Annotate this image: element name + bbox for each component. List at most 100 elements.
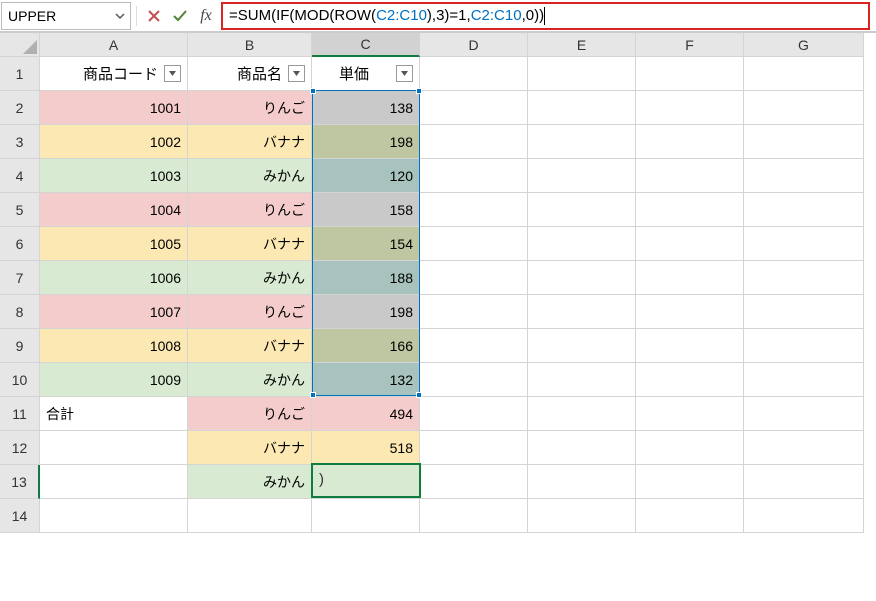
cell-A7[interactable]: 1006: [40, 261, 188, 295]
cell-C8[interactable]: 198: [312, 295, 420, 329]
cell[interactable]: [636, 499, 744, 533]
cell-A2[interactable]: 1001: [40, 91, 188, 125]
cell-A3[interactable]: 1002: [40, 125, 188, 159]
accept-button[interactable]: [167, 3, 193, 29]
cell[interactable]: [420, 465, 528, 499]
cell[interactable]: [744, 465, 864, 499]
cell[interactable]: [744, 159, 864, 193]
cell[interactable]: [744, 363, 864, 397]
cell-C4[interactable]: 120: [312, 159, 420, 193]
cell[interactable]: [528, 125, 636, 159]
cell-A12[interactable]: [40, 431, 188, 465]
cell-C12[interactable]: 518: [312, 431, 420, 465]
cell[interactable]: [528, 431, 636, 465]
cell-C5[interactable]: 158: [312, 193, 420, 227]
cell[interactable]: [420, 295, 528, 329]
cell[interactable]: [744, 431, 864, 465]
cell[interactable]: [420, 193, 528, 227]
cell-A9[interactable]: 1008: [40, 329, 188, 363]
cell[interactable]: [528, 193, 636, 227]
cell-C6[interactable]: 154: [312, 227, 420, 261]
cell[interactable]: [420, 363, 528, 397]
cell-C10[interactable]: 132: [312, 363, 420, 397]
name-box[interactable]: UPPER: [2, 3, 110, 29]
cell[interactable]: [420, 397, 528, 431]
cell[interactable]: [636, 125, 744, 159]
cell[interactable]: [420, 159, 528, 193]
row-header-5[interactable]: 5: [0, 193, 40, 227]
cell-B9[interactable]: バナナ: [188, 329, 312, 363]
cell[interactable]: [636, 193, 744, 227]
cell[interactable]: [744, 57, 864, 91]
row-header-12[interactable]: 12: [0, 431, 40, 465]
cell[interactable]: [528, 465, 636, 499]
cell-B8[interactable]: りんご: [188, 295, 312, 329]
cell[interactable]: [744, 499, 864, 533]
cell[interactable]: [636, 397, 744, 431]
cell[interactable]: [636, 431, 744, 465]
cell[interactable]: [420, 125, 528, 159]
row-header-14[interactable]: 14: [0, 499, 40, 533]
cell[interactable]: [636, 57, 744, 91]
cell[interactable]: [420, 499, 528, 533]
cancel-button[interactable]: [141, 3, 167, 29]
name-box-dropdown[interactable]: [110, 3, 130, 29]
col-header-B[interactable]: B: [188, 33, 312, 57]
cell[interactable]: [40, 499, 188, 533]
cell[interactable]: [188, 499, 312, 533]
cell-C3[interactable]: 198: [312, 125, 420, 159]
header-name[interactable]: 商品名: [188, 57, 312, 91]
cell[interactable]: [528, 159, 636, 193]
cell-A11[interactable]: 合計: [40, 397, 188, 431]
fx-button[interactable]: fx: [193, 7, 219, 25]
cell-C11[interactable]: 494: [312, 397, 420, 431]
row-header-4[interactable]: 4: [0, 159, 40, 193]
cell-C9[interactable]: 166: [312, 329, 420, 363]
cell[interactable]: [744, 227, 864, 261]
row-header-3[interactable]: 3: [0, 125, 40, 159]
row-header-6[interactable]: 6: [0, 227, 40, 261]
cell-C13[interactable]: [312, 465, 420, 499]
col-header-E[interactable]: E: [528, 33, 636, 57]
cell[interactable]: [420, 91, 528, 125]
cell[interactable]: [528, 329, 636, 363]
header-code[interactable]: 商品コード: [40, 57, 188, 91]
header-price[interactable]: 単価: [312, 57, 420, 91]
cell[interactable]: [420, 329, 528, 363]
cell-A13[interactable]: [40, 465, 188, 499]
cell[interactable]: [420, 261, 528, 295]
cell[interactable]: [636, 329, 744, 363]
col-header-D[interactable]: D: [420, 33, 528, 57]
cell[interactable]: [744, 329, 864, 363]
cell-B13[interactable]: みかん: [188, 465, 312, 499]
cell[interactable]: [528, 363, 636, 397]
cell[interactable]: [744, 295, 864, 329]
filter-button[interactable]: [288, 65, 305, 82]
cell-C7[interactable]: 188: [312, 261, 420, 295]
cell-A10[interactable]: 1009: [40, 363, 188, 397]
row-header-2[interactable]: 2: [0, 91, 40, 125]
cell[interactable]: [636, 465, 744, 499]
row-header-8[interactable]: 8: [0, 295, 40, 329]
cell-B6[interactable]: バナナ: [188, 227, 312, 261]
row-header-9[interactable]: 9: [0, 329, 40, 363]
cell-C2[interactable]: 138: [312, 91, 420, 125]
cell-B11[interactable]: りんご: [188, 397, 312, 431]
cell[interactable]: [744, 91, 864, 125]
cell[interactable]: [528, 295, 636, 329]
row-header-13[interactable]: 13: [0, 465, 40, 499]
cell[interactable]: [528, 227, 636, 261]
cell-B4[interactable]: みかん: [188, 159, 312, 193]
cell[interactable]: [744, 397, 864, 431]
formula-bar[interactable]: =SUM(IF(MOD(ROW(C2:C10),3)=1, C2:C10,0)): [221, 2, 870, 30]
cell-B10[interactable]: みかん: [188, 363, 312, 397]
cell[interactable]: [636, 159, 744, 193]
select-all-corner[interactable]: [0, 33, 40, 57]
cell[interactable]: [420, 227, 528, 261]
cell-B3[interactable]: バナナ: [188, 125, 312, 159]
cell[interactable]: [420, 57, 528, 91]
cell[interactable]: [528, 57, 636, 91]
cell[interactable]: [528, 261, 636, 295]
cell-B2[interactable]: りんご: [188, 91, 312, 125]
cell-A4[interactable]: 1003: [40, 159, 188, 193]
